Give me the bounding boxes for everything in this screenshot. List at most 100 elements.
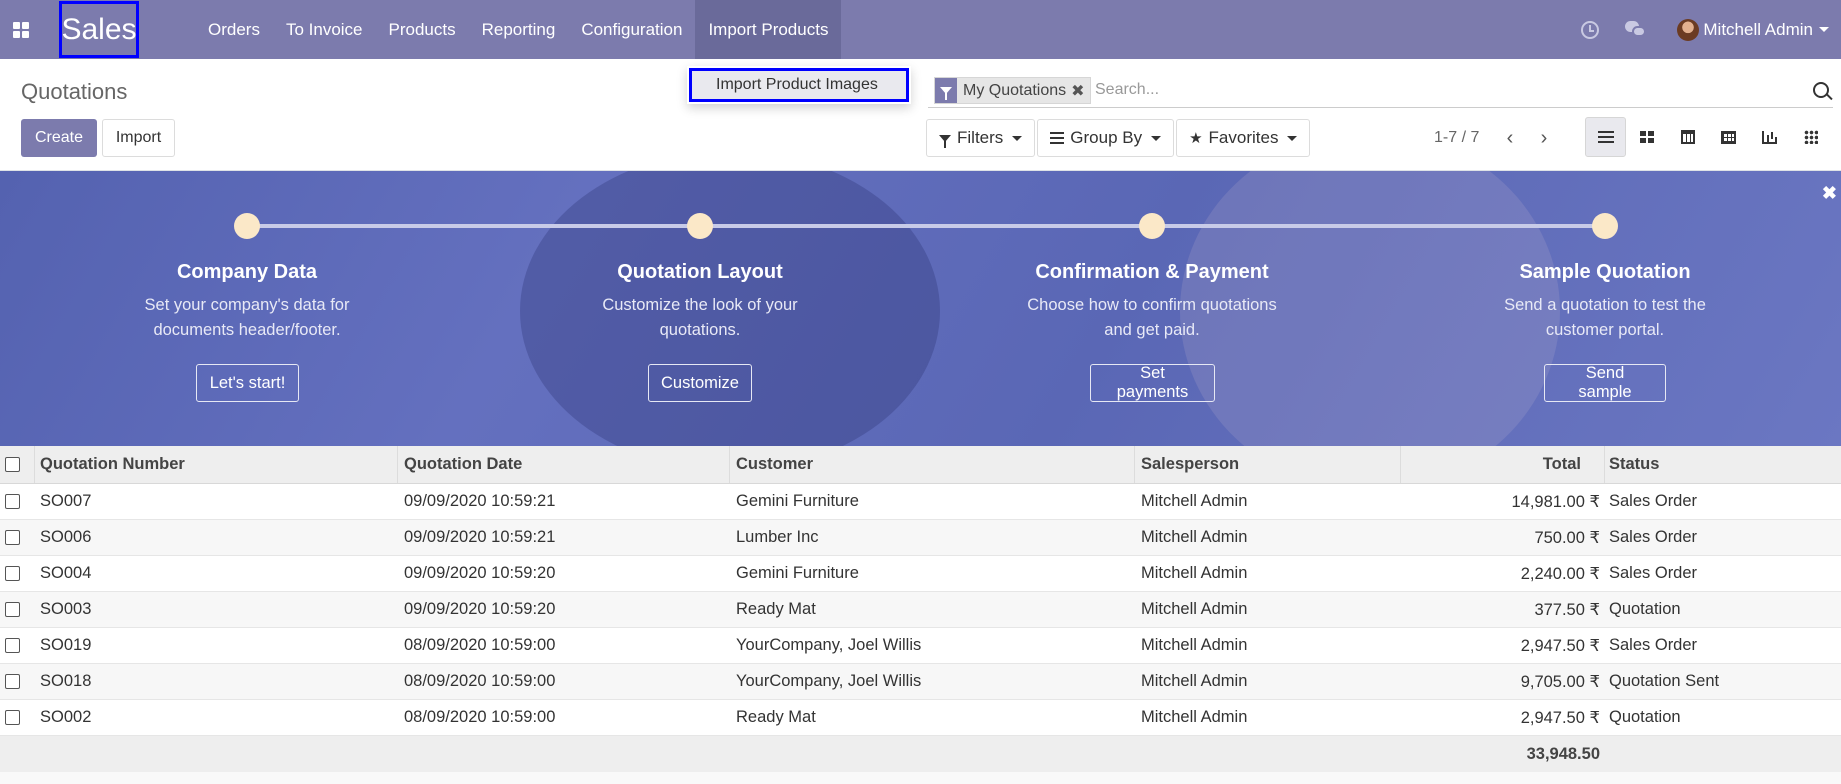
- calendar-view-button[interactable]: [1667, 117, 1708, 157]
- control-panel: Quotations Create Import My Quotations ✖…: [0, 59, 1841, 171]
- user-menu-caret-icon[interactable]: [1819, 27, 1829, 32]
- search-input[interactable]: [1095, 81, 1695, 99]
- row-checkbox[interactable]: [5, 628, 20, 663]
- search-facet: My Quotations ✖: [934, 77, 1091, 104]
- import-product-images-item[interactable]: Import Product Images: [689, 68, 909, 102]
- main-menu: Orders To Invoice Products Reporting Con…: [195, 0, 842, 59]
- activity-view-button[interactable]: [1790, 117, 1831, 157]
- menu-products[interactable]: Products: [376, 0, 469, 59]
- table-row[interactable]: SO002 08/09/2020 10:59:00 Ready Mat Mitchel…: [0, 700, 1841, 736]
- create-button[interactable]: Create: [21, 119, 97, 157]
- filters-button[interactable]: Filters: [926, 119, 1036, 157]
- menu-to-invoice[interactable]: To Invoice: [273, 0, 376, 59]
- pager-previous-icon[interactable]: ‹: [1500, 127, 1520, 149]
- cell-quotation-date: 09/09/2020 10:59:20: [404, 600, 556, 618]
- header-customer[interactable]: Customer: [736, 446, 813, 483]
- favorites-button[interactable]: ★ Favorites: [1176, 119, 1311, 157]
- lets-start-button[interactable]: Let's start!: [196, 364, 299, 402]
- menu-reporting[interactable]: Reporting: [469, 0, 569, 59]
- row-checkbox[interactable]: [5, 664, 20, 699]
- cell-quotation-number: SO019: [40, 636, 92, 654]
- cell-quotation-date: 08/09/2020 10:59:00: [404, 672, 556, 690]
- onboarding-banner: ✖ Company Data Set your company's data f…: [0, 171, 1841, 446]
- step-title: Company Data: [176, 261, 318, 283]
- cell-quotation-number: SO002: [40, 708, 92, 726]
- cell-status: Sales Order: [1609, 492, 1698, 510]
- cell-salesperson: Mitchell Admin: [1141, 600, 1248, 618]
- cell-salesperson: Mitchell Admin: [1141, 636, 1248, 654]
- footer-total: 33,948.50: [1526, 744, 1600, 763]
- cell-status: Quotation: [1609, 708, 1681, 726]
- table-row[interactable]: SO004 09/09/2020 10:59:20 Gemini Furniture…: [0, 556, 1841, 592]
- activity-clock-icon[interactable]: [1581, 20, 1600, 39]
- view-switcher: [1585, 117, 1831, 157]
- cell-quotation-date: 08/09/2020 10:59:00: [404, 708, 556, 726]
- graph-view-button[interactable]: [1749, 117, 1790, 157]
- cell-customer: Ready Mat: [736, 600, 816, 618]
- cell-quotation-date: 09/09/2020 10:59:21: [404, 528, 556, 546]
- facet-remove-icon[interactable]: ✖: [1071, 81, 1084, 101]
- search-bar: My Quotations ✖: [928, 74, 1833, 108]
- cell-customer: Gemini Furniture: [736, 492, 859, 510]
- step-title: Quotation Layout: [617, 261, 783, 283]
- step-description: Choose how to confirm quotations and get …: [1027, 296, 1277, 339]
- filters-label: Filters: [957, 128, 1004, 147]
- step-dot: [234, 213, 260, 239]
- pivot-view-button[interactable]: [1708, 117, 1749, 157]
- chevron-down-icon: [1012, 135, 1023, 141]
- header-status[interactable]: Status: [1609, 446, 1659, 483]
- pager-value[interactable]: 1-7 / 7: [1434, 129, 1479, 147]
- select-all-checkbox[interactable]: [5, 446, 20, 483]
- kanban-view-button[interactable]: [1626, 117, 1667, 157]
- row-checkbox[interactable]: [5, 484, 20, 519]
- table-row[interactable]: SO007 09/09/2020 10:59:21 Gemini Furniture…: [0, 484, 1841, 520]
- cell-customer: Lumber Inc: [736, 528, 819, 546]
- search-options: Filters Group By ★ Favorites: [926, 119, 1312, 157]
- star-icon: ★: [1189, 130, 1203, 147]
- app-brand[interactable]: Sales: [59, 1, 139, 58]
- row-checkbox[interactable]: [5, 556, 20, 591]
- table-row[interactable]: SO018 08/09/2020 10:59:00 YourCompany, Joe…: [0, 664, 1841, 700]
- header-total[interactable]: Total: [1543, 446, 1581, 483]
- kanban-icon: [1639, 131, 1654, 143]
- search-icon[interactable]: [1813, 82, 1829, 98]
- row-checkbox[interactable]: [5, 520, 20, 555]
- cell-quotation-number: SO007: [40, 492, 92, 510]
- navbar-systray: Mitchell Admin: [1581, 0, 1841, 59]
- apps-menu-icon[interactable]: [0, 0, 42, 59]
- cell-total: 2,240.00 ₹: [1520, 564, 1600, 583]
- cell-customer: YourCompany, Joel Willis: [736, 672, 922, 690]
- row-checkbox[interactable]: [5, 700, 20, 735]
- menu-import-products[interactable]: Import Products: [695, 0, 842, 59]
- list-view-button[interactable]: [1585, 117, 1626, 157]
- pager-next-icon[interactable]: ›: [1534, 127, 1554, 149]
- close-icon[interactable]: ✖: [1822, 183, 1837, 204]
- messaging-chat-icon[interactable]: [1625, 20, 1647, 39]
- group-by-label: Group By: [1070, 128, 1143, 147]
- send-sample-button[interactable]: Send sample: [1544, 364, 1666, 402]
- header-salesperson[interactable]: Salesperson: [1141, 446, 1239, 483]
- table-row[interactable]: SO003 09/09/2020 10:59:20 Ready Mat Mitchel…: [0, 592, 1841, 628]
- table-row[interactable]: SO019 08/09/2020 10:59:00 YourCompany, Joe…: [0, 628, 1841, 664]
- set-payments-button[interactable]: Set payments: [1090, 364, 1215, 402]
- header-quotation-number[interactable]: Quotation Number: [40, 446, 185, 483]
- user-avatar[interactable]: [1677, 18, 1700, 41]
- cell-total: 2,947.50 ₹: [1520, 636, 1600, 655]
- table-icon: [1721, 130, 1736, 144]
- menu-orders[interactable]: Orders: [195, 0, 273, 59]
- step-title: Sample Quotation: [1519, 261, 1691, 283]
- row-checkbox[interactable]: [5, 592, 20, 627]
- cell-salesperson: Mitchell Admin: [1141, 564, 1248, 582]
- grid-icon: [1803, 130, 1818, 144]
- menu-configuration[interactable]: Configuration: [568, 0, 695, 59]
- group-by-button[interactable]: Group By: [1037, 119, 1175, 157]
- cell-total: 377.50 ₹: [1534, 600, 1600, 619]
- table-row[interactable]: SO006 09/09/2020 10:59:21 Lumber Inc Mitche…: [0, 520, 1841, 556]
- header-quotation-date[interactable]: Quotation Date: [404, 446, 522, 483]
- calendar-icon: [1680, 130, 1695, 144]
- import-button[interactable]: Import: [102, 119, 175, 157]
- top-navbar: Sales Orders To Invoice Products Reporti…: [0, 0, 1841, 59]
- user-menu-name[interactable]: Mitchell Admin: [1703, 20, 1813, 40]
- facet-label: My Quotations: [963, 81, 1067, 99]
- customize-button[interactable]: Customize: [648, 364, 752, 402]
